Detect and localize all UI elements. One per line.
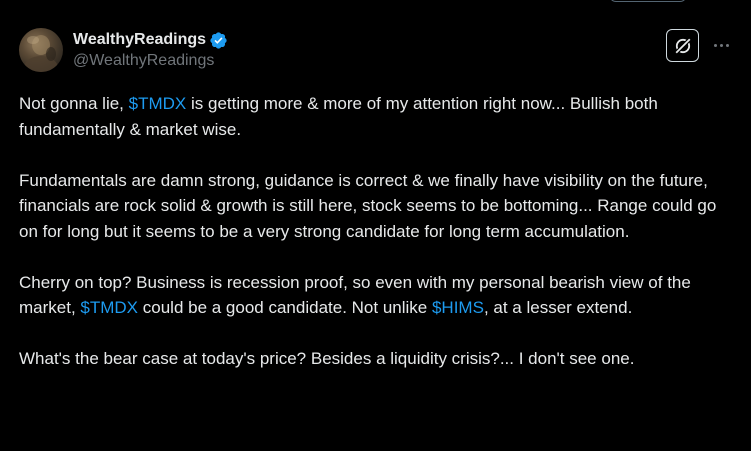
cashtag-link[interactable]: $HIMS (432, 298, 484, 317)
text-span: What's the bear case at today's price? B… (19, 349, 635, 368)
user-avatar-icon (24, 35, 58, 72)
text-span: Fundamentals are damn strong, guidance i… (19, 170, 717, 241)
display-name[interactable]: WealthyReadings (73, 31, 206, 49)
tweet-paragraph: What's the bear case at today's price? B… (19, 346, 734, 372)
text-span: could be a good candidate. Not unlike (138, 298, 432, 317)
author-info: WealthyReadings @WealthyReadings (73, 29, 228, 71)
name-row: WealthyReadings (73, 29, 228, 51)
text-span: , at a lesser extend. (483, 298, 633, 317)
grok-icon (674, 37, 691, 54)
cashtag-link[interactable]: $TMDX (129, 94, 187, 113)
top-pill-button[interactable] (609, 0, 687, 2)
tweet-paragraph: Fundamentals are damn strong, guidance i… (19, 168, 734, 245)
tweet-paragraph: Cherry on top? Business is recession pro… (19, 270, 734, 321)
verified-badge-icon[interactable] (209, 31, 228, 50)
cashtag-link[interactable]: $TMDX (80, 298, 138, 317)
tweet-header: WealthyReadings @WealthyReadings (19, 27, 732, 75)
avatar[interactable] (19, 28, 63, 72)
author-handle[interactable]: @WealthyReadings (73, 51, 228, 71)
text-span: Not gonna lie, (19, 94, 129, 113)
grok-button[interactable] (666, 29, 699, 62)
tweet-text: Not gonna lie, $TMDX is getting more & m… (19, 91, 734, 397)
more-options-icon[interactable] (710, 35, 732, 55)
tweet-paragraph: Not gonna lie, $TMDX is getting more & m… (19, 91, 734, 142)
